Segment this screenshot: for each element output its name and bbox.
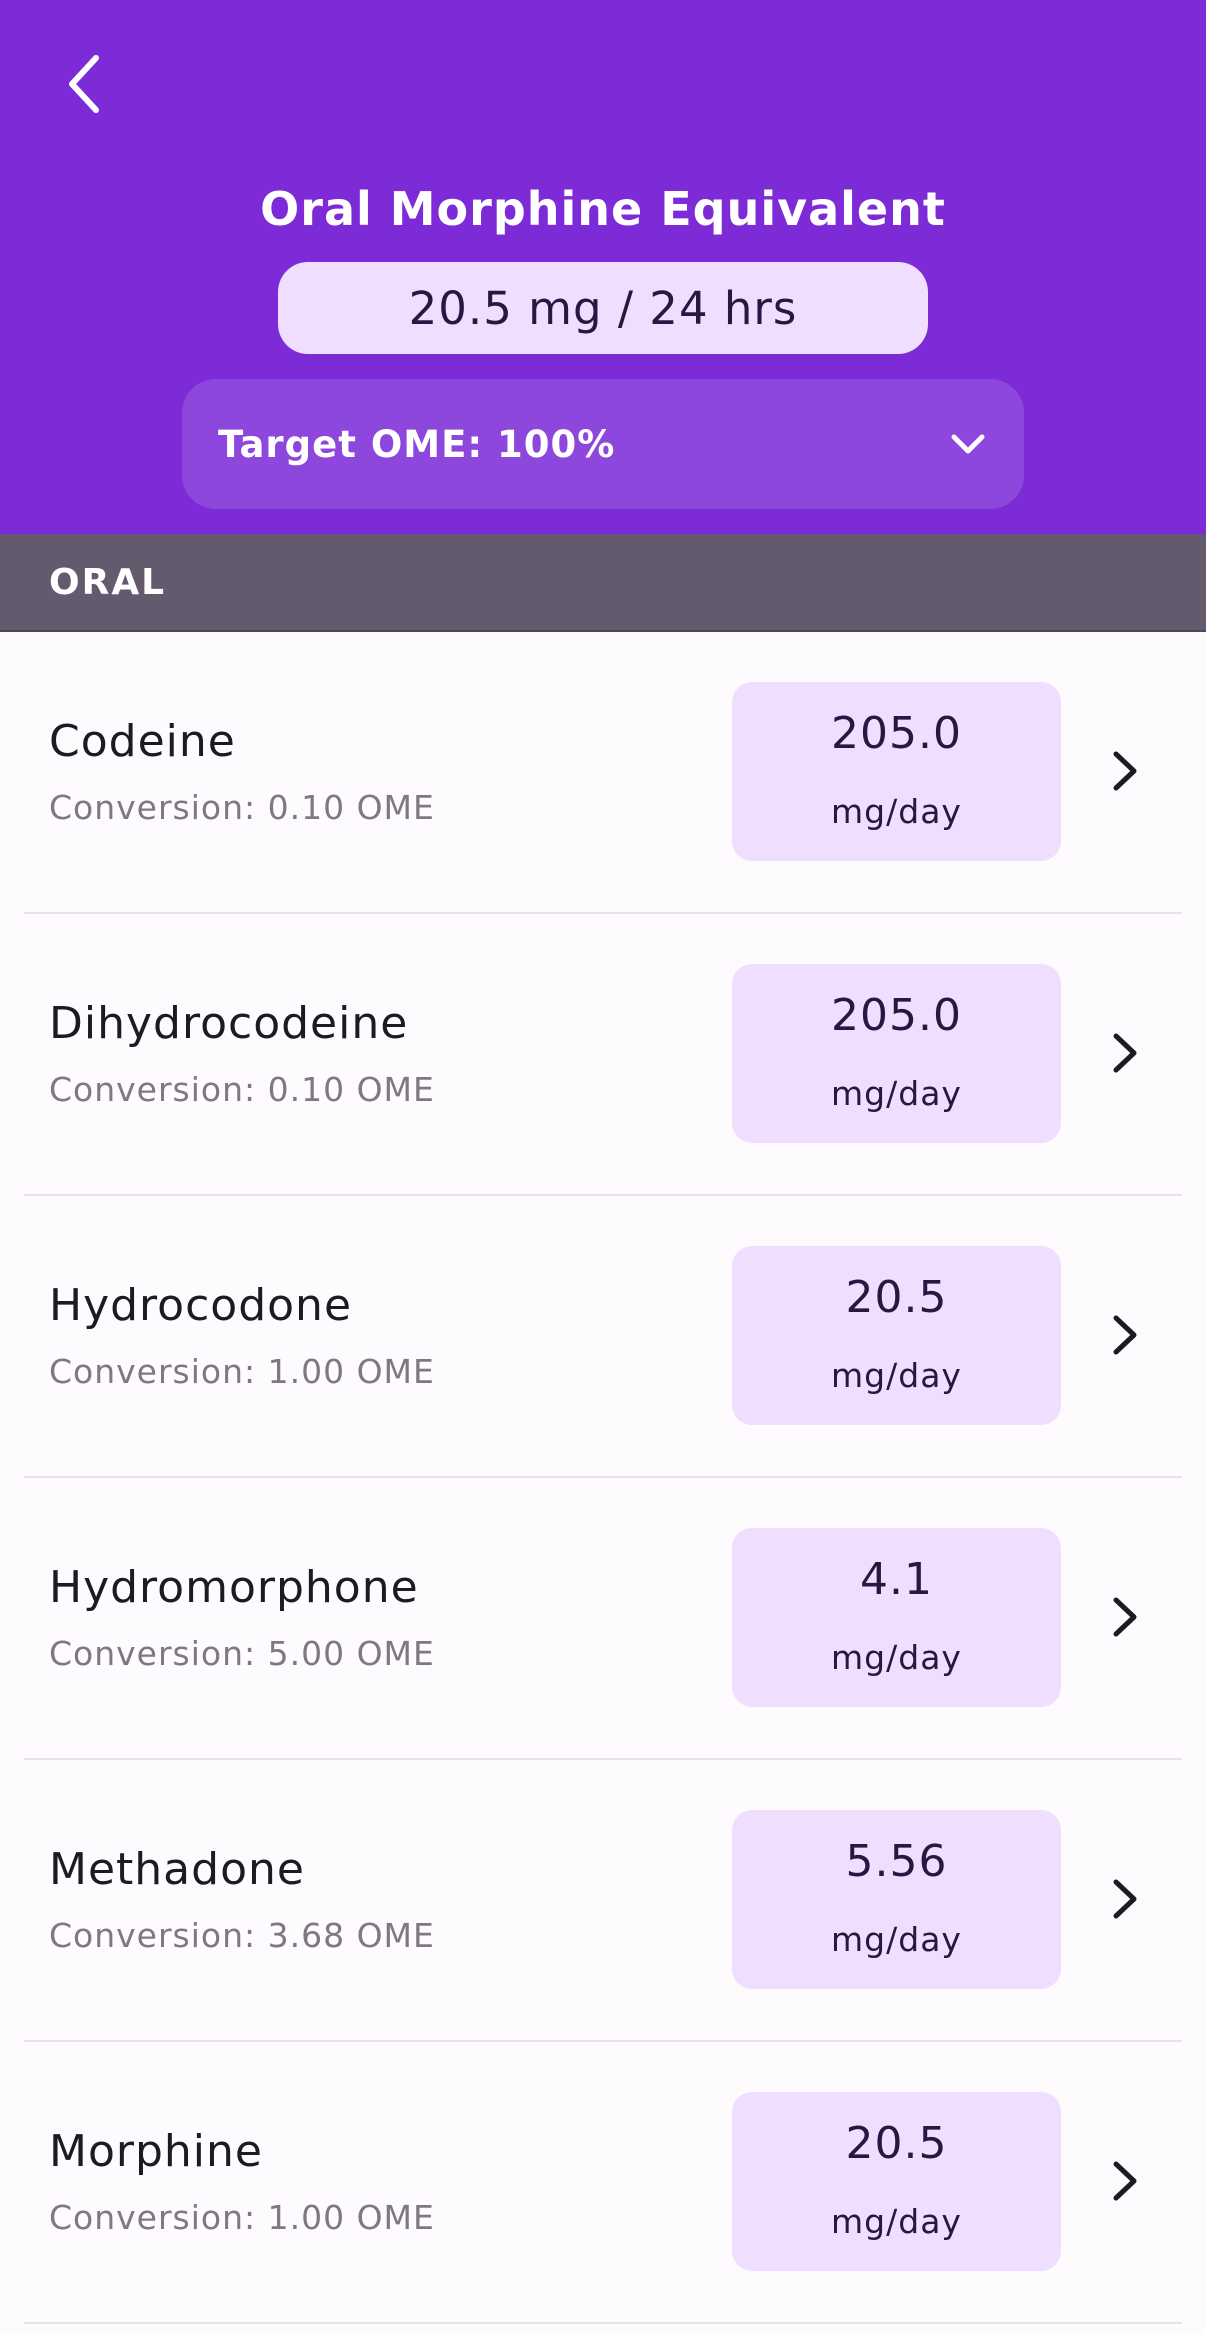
dose-unit: mg/day [831, 792, 962, 831]
chevron-right-icon [1113, 2161, 1137, 2201]
dose-value: 20.5 [845, 1272, 948, 1323]
dose-box: 20.5 mg/day [732, 2092, 1061, 2271]
dose-unit: mg/day [831, 1074, 962, 1113]
dose-value: 4.1 [860, 1554, 933, 1605]
drug-name: Morphine [49, 2126, 263, 2177]
dose-box: 20.5 mg/day [732, 1246, 1061, 1425]
dose-value: 20.5 [845, 2118, 948, 2169]
chevron-right-icon [1113, 1315, 1137, 1355]
dose-unit: mg/day [831, 1920, 962, 1959]
drug-row-methadone[interactable]: Methadone Conversion: 3.68 OME 5.56 mg/d… [0, 1760, 1206, 2042]
drug-conversion: Conversion: 0.10 OME [49, 1070, 435, 1109]
dose-box: 5.56 mg/day [732, 1810, 1061, 1989]
chevron-down-icon [951, 434, 985, 454]
dose-box: 205.0 mg/day [732, 964, 1061, 1143]
drug-row-hydrocodone[interactable]: Hydrocodone Conversion: 1.00 OME 20.5 mg… [0, 1196, 1206, 1478]
drug-conversion: Conversion: 1.00 OME [49, 1352, 435, 1391]
dose-value: 5.56 [845, 1836, 948, 1887]
drug-row-codeine[interactable]: Codeine Conversion: 0.10 OME 205.0 mg/da… [0, 632, 1206, 914]
dose-value: 205.0 [831, 708, 962, 759]
drug-conversion: Conversion: 1.00 OME [49, 2198, 435, 2237]
dose-value: 205.0 [831, 990, 962, 1041]
drug-conversion: Conversion: 0.10 OME [49, 788, 435, 827]
target-ome-label: Target OME: 100% [218, 422, 616, 466]
chevron-left-icon [69, 55, 99, 113]
drug-name: Hydromorphone [49, 1562, 419, 1613]
target-ome-dropdown[interactable]: Target OME: 100% [182, 379, 1024, 509]
dose-box: 205.0 mg/day [732, 682, 1061, 861]
drug-name: Methadone [49, 1844, 305, 1895]
chevron-right-icon [1113, 1597, 1137, 1637]
drug-row-morphine[interactable]: Morphine Conversion: 1.00 OME 20.5 mg/da… [0, 2042, 1206, 2324]
chevron-right-icon [1113, 1033, 1137, 1073]
drug-conversion: Conversion: 3.68 OME [49, 1916, 435, 1955]
section-label: ORAL [49, 562, 167, 603]
drug-name: Dihydrocodeine [49, 998, 409, 1049]
header: Oral Morphine Equivalent 20.5 mg / 24 hr… [0, 0, 1206, 534]
ome-total-value: 20.5 mg / 24 hrs [278, 262, 928, 354]
section-header-oral: ORAL [0, 534, 1206, 632]
dose-unit: mg/day [831, 1356, 962, 1395]
dose-box: 4.1 mg/day [732, 1528, 1061, 1707]
drug-row-hydromorphone[interactable]: Hydromorphone Conversion: 5.00 OME 4.1 m… [0, 1478, 1206, 1760]
drug-row-dihydrocodeine[interactable]: Dihydrocodeine Conversion: 0.10 OME 205.… [0, 914, 1206, 1196]
drug-name: Codeine [49, 716, 236, 767]
back-button[interactable] [48, 44, 120, 124]
dose-unit: mg/day [831, 1638, 962, 1677]
drug-list: Codeine Conversion: 0.10 OME 205.0 mg/da… [0, 632, 1206, 2324]
chevron-right-icon [1113, 1879, 1137, 1919]
drug-conversion: Conversion: 5.00 OME [49, 1634, 435, 1673]
chevron-right-icon [1113, 751, 1137, 791]
dose-unit: mg/day [831, 2202, 962, 2241]
page-title: Oral Morphine Equivalent [260, 182, 946, 236]
drug-name: Hydrocodone [49, 1280, 353, 1331]
